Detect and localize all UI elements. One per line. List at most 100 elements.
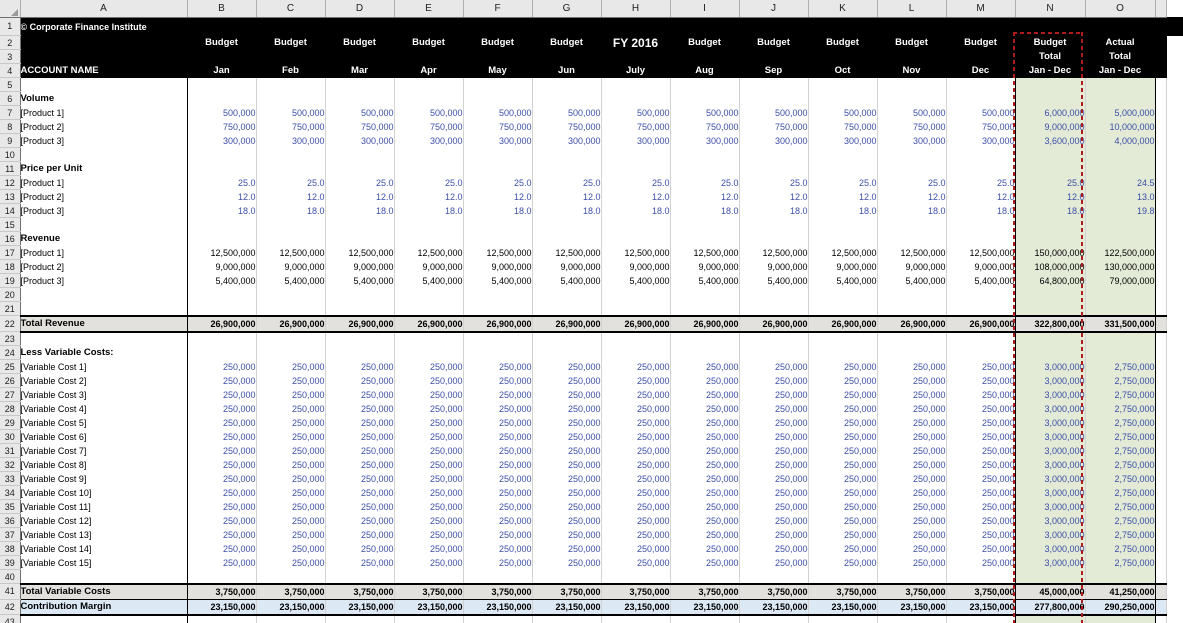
cell-blank-24-9[interactable]	[808, 345, 878, 360]
cell-blank-43-3[interactable]	[394, 614, 464, 623]
cell-9-May[interactable]: 300,000	[463, 133, 533, 148]
column-header-D[interactable]: D	[325, 0, 395, 18]
cell-22-Apr[interactable]: 26,900,000	[394, 314, 464, 333]
cell-38-Jan[interactable]: 250,000	[187, 541, 257, 556]
cell-35-Dec[interactable]: 250,000	[946, 499, 1016, 514]
cell-39-Dec[interactable]: 250,000	[946, 555, 1016, 570]
cell-30-Sep[interactable]: 250,000	[739, 429, 809, 444]
cell-N23[interactable]	[1015, 331, 1086, 346]
cell-blank-24-7[interactable]	[670, 345, 740, 360]
cell-P[interactable]	[1155, 77, 1167, 92]
cell-blank-6-3[interactable]	[394, 91, 464, 106]
cell-P[interactable]	[1155, 555, 1167, 570]
cell-33-Jun[interactable]: 250,000	[532, 471, 602, 486]
cell-32-Jan[interactable]: 250,000	[187, 457, 257, 472]
cell-31-Oct[interactable]: 250,000	[808, 443, 878, 458]
row-29[interactable]: 29 [Variable Cost 5] 250,000 250,000 250,000…	[0, 415, 1183, 430]
cell-19-Apr[interactable]: 5,400,000	[394, 273, 464, 288]
cell-25-Jun[interactable]: 250,000	[532, 359, 602, 374]
cell-blank-24-11[interactable]	[946, 345, 1016, 360]
cell-O6[interactable]	[1085, 91, 1156, 106]
cell-27-July[interactable]: 250,000	[601, 387, 671, 402]
cell-budget-header-Sep[interactable]: Budget	[739, 35, 809, 50]
cell-7-Aug[interactable]: 500,000	[670, 105, 740, 120]
cell-blank-11-5[interactable]	[532, 161, 602, 176]
cell-14-Jun[interactable]: 18.0	[532, 203, 602, 218]
cell-O15[interactable]	[1085, 217, 1156, 232]
cell-22-Jan[interactable]: 26,900,000	[187, 314, 257, 333]
cell-P[interactable]	[1155, 91, 1167, 106]
cell-blank-6-7[interactable]	[670, 91, 740, 106]
cell-34-Dec[interactable]: 250,000	[946, 485, 1016, 500]
cell-13-Dec[interactable]: 12.0	[946, 189, 1016, 204]
cell-27-Dec[interactable]: 250,000	[946, 387, 1016, 402]
cell-37-July[interactable]: 250,000	[601, 527, 671, 542]
row-header-31[interactable]: 31	[0, 443, 21, 458]
cell-P[interactable]	[1155, 287, 1167, 302]
row-header-19[interactable]: 19	[0, 273, 21, 288]
item-label-13[interactable]: [Product 2]	[20, 189, 188, 204]
cell-blank-21-1[interactable]	[256, 301, 326, 316]
cell-blank-15-5[interactable]	[532, 217, 602, 232]
fy-title[interactable]: FY 2016	[601, 35, 671, 50]
cell-32-May[interactable]: 250,000	[463, 457, 533, 472]
cell-7-May[interactable]: 500,000	[463, 105, 533, 120]
cell-blank-11-10[interactable]	[877, 161, 947, 176]
cell-27-Mar[interactable]: 250,000	[325, 387, 395, 402]
row-24[interactable]: 24 Less Variable Costs:	[0, 345, 1183, 360]
cell-blank-r3-10[interactable]	[877, 49, 947, 64]
cell-P[interactable]	[1155, 485, 1167, 500]
cell-O40[interactable]	[1085, 569, 1156, 584]
cell-34-Feb[interactable]: 250,000	[256, 485, 326, 500]
cell-budget-header-Apr[interactable]: Budget	[394, 35, 464, 50]
item-label-9[interactable]: [Product 3]	[20, 133, 188, 148]
row-header-27[interactable]: 27	[0, 387, 21, 402]
total-label-22[interactable]: Total Revenue	[20, 314, 188, 333]
cell-blank-5-9[interactable]	[808, 77, 878, 92]
cell-budget-total-period[interactable]: Jan - Dec	[1015, 63, 1086, 78]
cell-19-Aug[interactable]: 5,400,000	[670, 273, 740, 288]
cell-budget-total-13[interactable]: 12.0	[1015, 189, 1086, 204]
cell-18-Mar[interactable]: 9,000,000	[325, 259, 395, 274]
cell-blank-5-3[interactable]	[394, 77, 464, 92]
cell-29-Nov[interactable]: 250,000	[877, 415, 947, 430]
cell-30-July[interactable]: 250,000	[601, 429, 671, 444]
cell-N16[interactable]	[1015, 231, 1086, 246]
cell-blank-10-1[interactable]	[256, 147, 326, 162]
cell-budget-total-38[interactable]: 3,000,000	[1015, 541, 1086, 556]
cell-31-Dec[interactable]: 250,000	[946, 443, 1016, 458]
cell-32-Jun[interactable]: 250,000	[532, 457, 602, 472]
cell-34-Mar[interactable]: 250,000	[325, 485, 395, 500]
row-27[interactable]: 27 [Variable Cost 3] 250,000 250,000 250,000…	[0, 387, 1183, 402]
cell-blank-40-11[interactable]	[946, 569, 1016, 584]
cell-39-May[interactable]: 250,000	[463, 555, 533, 570]
row-40[interactable]: 40	[0, 569, 1183, 584]
cell-36-Jan[interactable]: 250,000	[187, 513, 257, 528]
item-label-27[interactable]: [Variable Cost 3]	[20, 387, 188, 402]
spreadsheet-grid[interactable]: A B C D E F G H I J K L M N O 1 © Corpora…	[0, 0, 1183, 623]
cell-12-May[interactable]: 25.0	[463, 175, 533, 190]
cell-29-Dec[interactable]: 250,000	[946, 415, 1016, 430]
row-header-18[interactable]: 18	[0, 259, 21, 274]
cell-month-header-Apr[interactable]: Apr	[394, 63, 464, 78]
cell-actual-total-12[interactable]: 24.5	[1085, 175, 1156, 190]
cell-budget-total-18[interactable]: 108,000,000	[1015, 259, 1086, 274]
cell-29-Oct[interactable]: 250,000	[808, 415, 878, 430]
cell-actual-total-39[interactable]: 2,750,000	[1085, 555, 1156, 570]
row-43[interactable]: 43	[0, 614, 1183, 623]
row-header-43[interactable]: 43	[0, 614, 21, 623]
cell-37-Jun[interactable]: 250,000	[532, 527, 602, 542]
cell-35-Aug[interactable]: 250,000	[670, 499, 740, 514]
cell-A20[interactable]	[20, 287, 188, 302]
cell-P[interactable]	[1155, 471, 1167, 486]
cell-34-Jun[interactable]: 250,000	[532, 485, 602, 500]
cell-blank-r3-1[interactable]	[256, 49, 326, 64]
cell-14-Sep[interactable]: 18.0	[739, 203, 809, 218]
cell-actual-total-17[interactable]: 122,500,000	[1085, 245, 1156, 260]
cell-actual-total-19[interactable]: 79,000,000	[1085, 273, 1156, 288]
cell-8-Jun[interactable]: 750,000	[532, 119, 602, 134]
cell-8-May[interactable]: 750,000	[463, 119, 533, 134]
cell-blank-11-1[interactable]	[256, 161, 326, 176]
cell-blank-r3-4[interactable]	[463, 49, 533, 64]
row-header-22[interactable]: 22	[0, 315, 21, 332]
